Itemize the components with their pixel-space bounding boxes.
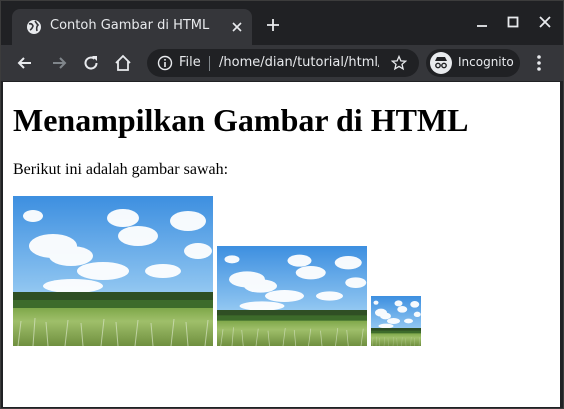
toolbar: File /home/dian/tutorial/html/gambar.htm… <box>1 45 563 81</box>
info-icon[interactable] <box>157 55 173 71</box>
incognito-icon <box>430 52 452 74</box>
address-bar[interactable]: File /home/dian/tutorial/html/gambar.htm… <box>147 49 419 77</box>
more-menu-icon[interactable] <box>531 53 547 73</box>
bookmark-star-icon[interactable] <box>391 55 407 71</box>
home-icon[interactable] <box>113 53 133 73</box>
rice-field-image-small <box>371 296 421 346</box>
new-tab-icon[interactable] <box>265 17 281 33</box>
page-heading: Menampilkan Gambar di HTML <box>13 102 469 138</box>
close-window-icon[interactable] <box>536 13 554 31</box>
address-divider <box>209 56 210 71</box>
incognito-badge[interactable]: Incognito <box>426 49 520 77</box>
back-arrow-icon[interactable] <box>15 53 35 73</box>
forward-arrow-icon[interactable] <box>49 53 69 73</box>
url-text[interactable]: /home/dian/tutorial/html/gambar.html <box>219 55 379 70</box>
browser-window: Contoh Gambar di HTML File /home/dian/tu… <box>0 0 564 409</box>
tab-strip: Contoh Gambar di HTML <box>1 1 563 45</box>
scheme-label: File <box>179 55 201 70</box>
maximize-icon[interactable] <box>504 13 522 31</box>
page-content: Menampilkan Gambar di HTML Berikut ini a… <box>3 82 560 407</box>
close-tab-icon[interactable] <box>230 20 244 34</box>
rice-field-image-medium <box>217 246 367 346</box>
incognito-label: Incognito <box>458 55 514 69</box>
page-paragraph: Berikut ini adalah gambar sawah: <box>13 161 229 178</box>
rice-field-image-large <box>13 196 213 346</box>
minimize-icon[interactable] <box>473 13 491 31</box>
globe-icon <box>26 19 42 35</box>
reload-icon[interactable] <box>81 53 101 73</box>
tab-title: Contoh Gambar di HTML <box>50 18 210 33</box>
tab-active[interactable]: Contoh Gambar di HTML <box>12 9 252 45</box>
